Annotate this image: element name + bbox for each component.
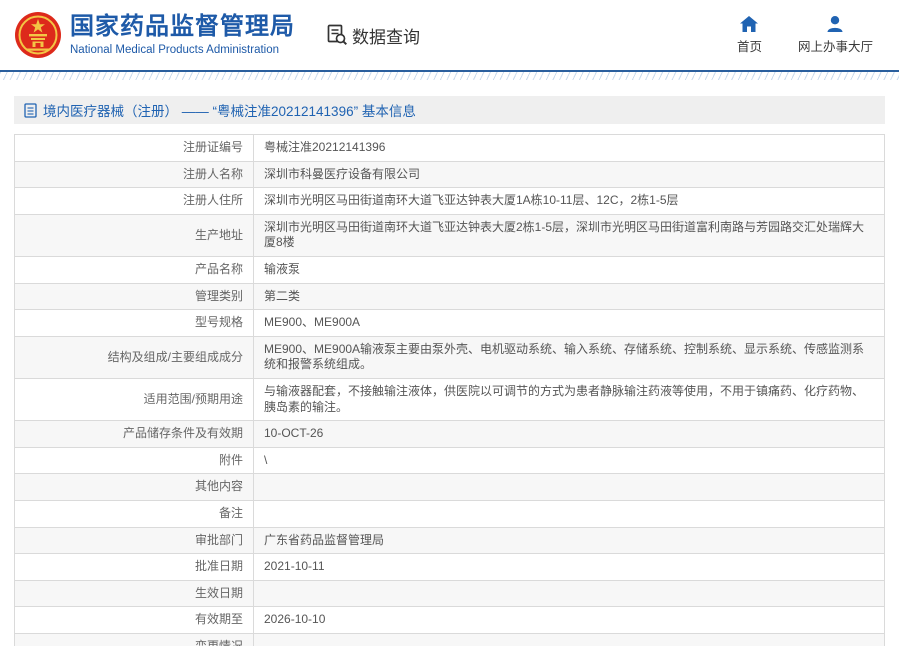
brand-title-en: National Medical Products Administration (70, 43, 280, 56)
field-value: ME900、ME900A (253, 309, 885, 337)
registration-info-table: 注册证编号 粤械注准20212141396 注册人名称 深圳市科曼医疗设备有限公司 注册… (14, 134, 885, 646)
nav-item-online-service-hall[interactable]: 网上办事大厅 (797, 15, 873, 55)
field-value: 深圳市科曼医疗设备有限公司 (253, 160, 885, 189)
nav-item-label: 首页 (736, 39, 762, 54)
field-value (253, 632, 885, 646)
table-row: 备注 (14, 499, 885, 528)
field-label: 管理类别 (14, 282, 254, 311)
section-title-bar: 境内医疗器械（注册） —— “粤械注准20212141396” 基本信息 (14, 96, 885, 124)
field-value: 粤械注准20212141396 (253, 134, 885, 162)
field-label: 注册人名称 (14, 160, 254, 189)
table-row: 型号规格 ME900、ME900A (14, 309, 885, 337)
data-query-label: 数据查询 (352, 27, 420, 47)
table-row: 产品储存条件及有效期 10-OCT-26 (14, 420, 885, 448)
table-row: 生产地址 深圳市光明区马田街道南环大道飞亚达钟表大厦2栋1-5层，深圳市光明区马田… (14, 213, 885, 257)
field-value: 2026-10-10 (253, 606, 885, 634)
main-content: 境内医疗器械（注册） —— “粤械注准20212141396” 基本信息 注册证… (0, 80, 899, 646)
field-label: 备注 (14, 499, 254, 528)
field-label: 批准日期 (14, 553, 254, 581)
table-row: 其他内容 (14, 473, 885, 501)
field-label: 注册证编号 (14, 134, 254, 162)
data-query-tab[interactable]: 数据查询 (325, 23, 420, 48)
table-row: 变更情况 (14, 632, 885, 646)
field-value (253, 473, 885, 501)
field-value: 深圳市光明区马田街道南环大道飞亚达钟表大厦1A栋10-11层、12C，2栋1-5… (253, 187, 885, 215)
field-value: 第二类 (253, 282, 885, 311)
document-search-icon (325, 23, 349, 47)
document-icon (24, 102, 37, 118)
national-emblem-logo (14, 11, 62, 59)
field-value: \ (253, 446, 885, 475)
field-label: 结构及组成/主要组成成分 (14, 335, 254, 379)
nav-item-label: 网上办事大厅 (797, 39, 873, 54)
table-row: 审批部门 广东省药品监督管理局 (14, 526, 885, 555)
table-row: 注册人住所 深圳市光明区马田街道南环大道飞亚达钟表大厦1A栋10-11层、12C，… (14, 187, 885, 215)
header: 国家药品监督管理局 National Medical Products Admi… (0, 0, 899, 70)
table-row: 生效日期 (14, 579, 885, 608)
header-nav: 首页 网上办事大厅 (736, 15, 873, 55)
field-label: 产品储存条件及有效期 (14, 420, 254, 448)
field-value: ME900、ME900A输液泵主要由泵外壳、电机驱动系统、输入系统、存储系统、控… (253, 335, 885, 379)
table-row: 结构及组成/主要组成成分 ME900、ME900A输液泵主要由泵外壳、电机驱动系统… (14, 335, 885, 379)
field-label: 变更情况 (14, 632, 254, 646)
table-row: 注册证编号 粤械注准20212141396 (14, 134, 885, 162)
field-label: 适用范围/预期用途 (14, 377, 254, 422)
field-value: 2021-10-11 (253, 553, 885, 581)
table-row: 注册人名称 深圳市科曼医疗设备有限公司 (14, 160, 885, 189)
brand-title-cn: 国家药品监督管理局 (70, 13, 295, 41)
field-label: 有效期至 (14, 606, 254, 634)
field-label: 产品名称 (14, 255, 254, 284)
page-title: 境内医疗器械（注册） —— “粤械注准20212141396” 基本信息 (43, 104, 416, 119)
field-value (253, 499, 885, 528)
table-row: 产品名称 输液泵 (14, 255, 885, 284)
table-row: 批准日期 2021-10-11 (14, 553, 885, 581)
table-row: 附件 \ (14, 446, 885, 475)
home-icon (740, 15, 759, 32)
registration-table-body: 注册证编号 粤械注准20212141396 注册人名称 深圳市科曼医疗设备有限公司 注册… (14, 134, 885, 646)
field-label: 其他内容 (14, 473, 254, 501)
field-value: 广东省药品监督管理局 (253, 526, 885, 555)
table-row: 适用范围/预期用途 与输液器配套，不接触输注液体，供医院以可调节的方式为患者静脉输… (14, 377, 885, 422)
field-label: 型号规格 (14, 309, 254, 337)
field-label: 附件 (14, 446, 254, 475)
field-value: 输液泵 (253, 255, 885, 284)
nav-item-home[interactable]: 首页 (736, 15, 762, 55)
brand: 国家药品监督管理局 National Medical Products Admi… (70, 13, 295, 56)
table-row: 管理类别 第二类 (14, 282, 885, 311)
header-stripe-band (0, 72, 899, 80)
field-value (253, 579, 885, 608)
field-label: 审批部门 (14, 526, 254, 555)
field-value: 10-OCT-26 (253, 420, 885, 448)
field-label: 生产地址 (14, 213, 254, 257)
person-icon (826, 15, 844, 32)
field-label: 注册人住所 (14, 187, 254, 215)
field-value: 与输液器配套，不接触输注液体，供医院以可调节的方式为患者静脉输注药液等使用，不用… (253, 377, 885, 422)
field-label: 生效日期 (14, 579, 254, 608)
table-row: 有效期至 2026-10-10 (14, 606, 885, 634)
field-value: 深圳市光明区马田街道南环大道飞亚达钟表大厦2栋1-5层，深圳市光明区马田街道富利… (253, 213, 885, 257)
